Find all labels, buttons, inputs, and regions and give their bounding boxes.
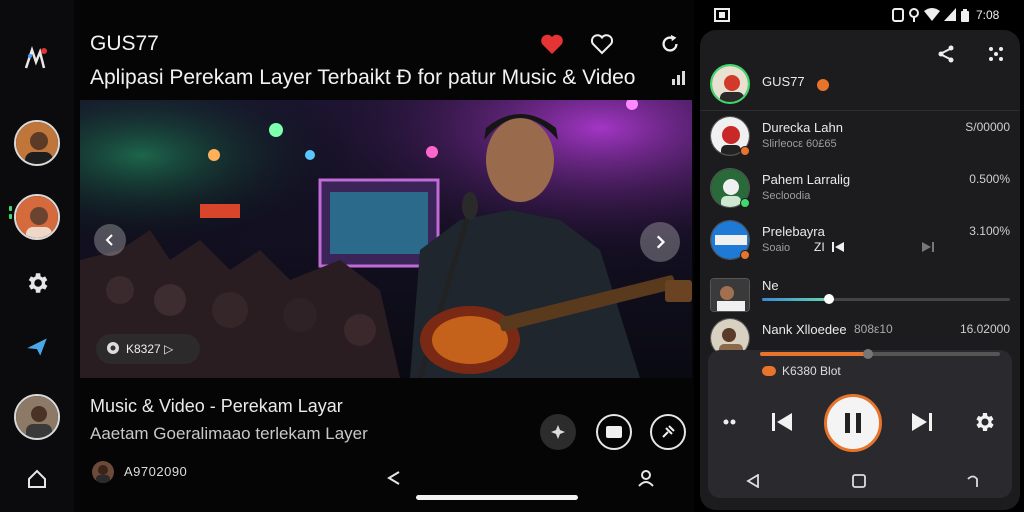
media-description: Aaetam Goeralimaao terlekam Layer [90, 424, 368, 443]
active-indicator [9, 206, 12, 211]
clock: 7:08 [976, 8, 1000, 22]
item-value: 16.02000 [959, 322, 1010, 336]
now-playing-icon [762, 366, 776, 376]
next-mini-icon[interactable] [922, 240, 934, 258]
previous-video-button[interactable] [94, 224, 126, 256]
rail-avatar-3[interactable] [14, 394, 60, 440]
list-item[interactable]: Ne [710, 274, 1010, 318]
progress-knob[interactable] [823, 294, 834, 304]
divider [700, 110, 1020, 111]
gear-icon[interactable] [22, 268, 52, 298]
item-mid: 808ε10 [854, 322, 893, 336]
gallery-icon [714, 8, 730, 25]
list-item[interactable]: Prelebayra Soaio ZI 3.100% [710, 220, 1010, 264]
player-progress-track[interactable] [760, 349, 1000, 359]
now-playing-label: K6380 Blot [782, 364, 841, 378]
status-bar: 7:08 [694, 0, 1024, 30]
item-subtitle: Slirleocε 60£65 [762, 138, 837, 150]
profile-avatar [710, 64, 750, 104]
prev-mini-icon[interactable] [832, 240, 844, 258]
progress-track[interactable] [762, 294, 1010, 304]
rail-avatar-2[interactable] [14, 194, 60, 240]
next-icon[interactable] [908, 408, 936, 436]
user-icon[interactable] [632, 464, 660, 492]
settings-icon[interactable] [970, 408, 998, 436]
wifi-icon [924, 8, 940, 24]
notification-icon [892, 8, 904, 25]
status-dot [740, 198, 750, 208]
view-count: A9702090 [124, 464, 188, 479]
pill-label: K8327 ▷ [126, 342, 174, 356]
item-value: 0.500% [969, 172, 1010, 186]
status-dot [740, 250, 750, 260]
item-subtitle: Soaio [762, 242, 791, 254]
status-dot [740, 146, 750, 156]
app-logo[interactable] [22, 44, 52, 74]
video-title: Aplipasi Perekam Layer Terbaikt Đ for pa… [90, 66, 636, 89]
item-name: Prelebayra [762, 224, 825, 239]
item-name: Pahem Larralig [762, 172, 851, 187]
item-name: Nank Xlloedee [762, 322, 847, 337]
home-square-icon[interactable] [848, 470, 870, 492]
player-progress-fill [760, 352, 868, 356]
more-dots-icon[interactable] [720, 410, 744, 434]
uploader-avatar[interactable] [92, 461, 114, 483]
left-rail [0, 0, 74, 512]
profile-username: GUS77 [762, 74, 805, 89]
effects-button[interactable] [540, 414, 576, 450]
list-item[interactable]: Pahem Larralig Secloodia 0.500% [710, 168, 1010, 212]
previous-icon[interactable] [768, 408, 796, 436]
collapse-icon[interactable] [380, 464, 408, 492]
list-item[interactable]: Durecka Lahn Slirleocε 60£65 S/00000 [710, 116, 1010, 160]
progress-fill [762, 298, 829, 301]
heart-filled-icon[interactable] [538, 30, 566, 58]
item-subtitle: Secloodia [762, 190, 811, 202]
profile-row[interactable]: GUS77 [710, 64, 1010, 108]
item-name: Ne [762, 278, 779, 293]
item-name: Durecka Lahn [762, 120, 843, 135]
battery-icon [960, 9, 970, 25]
item-value: S/00000 [965, 120, 1010, 134]
item-avatar [710, 278, 750, 312]
pause-button[interactable] [824, 394, 882, 452]
stop-button[interactable] [596, 414, 632, 450]
item-value: 3.100% [969, 224, 1010, 238]
next-video-button[interactable] [640, 222, 680, 262]
video-pill[interactable]: K8327 ▷ [96, 334, 200, 364]
home-icon[interactable] [22, 464, 52, 494]
item-extra: ZI [814, 240, 825, 254]
signal-icon [664, 64, 692, 92]
main-content: GUS77 Aplipasi Perekam Layer Terbaikt Đ … [74, 0, 694, 512]
back-icon[interactable] [742, 470, 764, 492]
pin-button[interactable] [650, 414, 686, 450]
pause-icon [845, 413, 861, 433]
verified-badge [816, 78, 830, 92]
location-icon [908, 8, 920, 25]
media-title: Music & Video - Perekam Layar [90, 396, 343, 416]
heart-outline-icon[interactable] [588, 30, 616, 58]
player-progress-knob[interactable] [863, 349, 873, 359]
video-player[interactable]: K8327 ▷ [80, 100, 692, 378]
signal-bars-icon [944, 8, 956, 24]
channel-username[interactable]: GUS77 [90, 32, 159, 56]
send-icon[interactable] [22, 332, 52, 362]
gesture-home-bar[interactable] [416, 495, 578, 500]
active-indicator [9, 214, 12, 219]
rail-avatar-1[interactable] [14, 120, 60, 166]
recent-icon[interactable] [962, 470, 984, 492]
mini-player: K6380 Blot [708, 349, 1012, 498]
record-icon [106, 341, 120, 358]
side-panel: GUS77 Durecka Lahn Slirleocε 60£65 S/000… [700, 30, 1020, 510]
refresh-icon[interactable] [656, 30, 684, 58]
